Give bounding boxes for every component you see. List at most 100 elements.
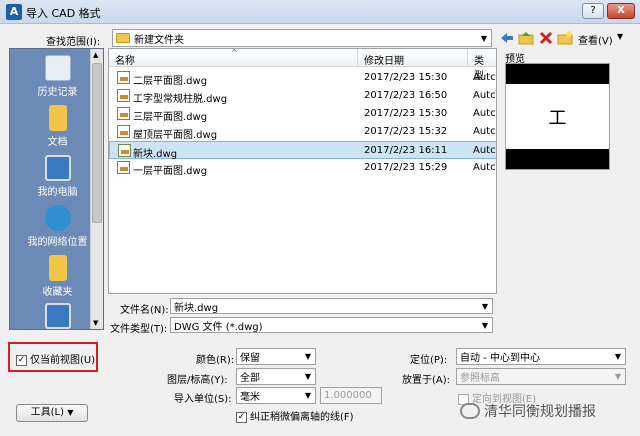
filetype-select[interactable]: DWG 文件 (*.dwg) ▼ bbox=[170, 317, 493, 333]
file-type: Autc bbox=[473, 126, 496, 137]
layers-label: 图层/标高(Y): bbox=[167, 375, 228, 386]
lookin-value: 新建文件夹 bbox=[134, 34, 184, 46]
dwg-file-icon bbox=[118, 144, 131, 157]
chevron-down-icon: ▼ bbox=[481, 320, 489, 330]
file-row[interactable]: 二层平面图.dwg 2017/2/23 15:30 Autc bbox=[109, 69, 496, 87]
help-button[interactable]: ? bbox=[582, 3, 604, 19]
colors-label: 颜色(R): bbox=[196, 355, 235, 366]
place-at-value: 参照标高 bbox=[460, 373, 500, 384]
chevron-down-icon: ▼ bbox=[614, 352, 622, 361]
delete-icon[interactable] bbox=[538, 30, 554, 46]
file-name: 三层平面图.dwg bbox=[133, 112, 208, 123]
up-folder-icon[interactable] bbox=[518, 30, 534, 46]
chevron-down-icon: ▼ bbox=[304, 352, 312, 361]
sort-chevron-icon: ^ bbox=[231, 48, 238, 57]
checkbox-label: 仅当前视图(U) bbox=[30, 355, 96, 366]
wechat-logo-icon bbox=[460, 403, 480, 419]
new-folder-icon[interactable] bbox=[557, 30, 573, 46]
preview-band-bottom bbox=[506, 149, 609, 169]
file-list: 名称 ^ 修改日期 类型 二层平面图.dwg 2017/2/23 15:30 Aut… bbox=[108, 48, 497, 294]
filetype-value: DWG 文件 (*.dwg) bbox=[174, 321, 263, 333]
my-computer-icon bbox=[44, 155, 71, 181]
column-header-label: 修改日期 bbox=[364, 56, 404, 67]
filename-label: 文件名(N): bbox=[120, 305, 169, 316]
file-type: Autc bbox=[473, 162, 496, 173]
scale-input[interactable]: 1.000000 bbox=[320, 387, 382, 404]
correct-lines-checkbox[interactable]: ✓ 纠正稍微偏离轴的线(F) bbox=[236, 408, 354, 423]
layers-value: 全部 bbox=[240, 373, 260, 384]
scroll-thumb[interactable] bbox=[92, 63, 102, 223]
sidebar-item-label: 我的电脑 bbox=[37, 187, 78, 198]
file-row-selected[interactable]: 新块.dwg 2017/2/23 16:11 Autc bbox=[109, 141, 496, 160]
dwg-file-icon bbox=[117, 125, 130, 138]
dwg-file-icon bbox=[117, 107, 130, 120]
file-name: 工字型常规柱脱.dwg bbox=[133, 94, 228, 105]
views-menu[interactable]: 查看(V) bbox=[578, 32, 613, 47]
watermark: 清华同衡规划播报 bbox=[460, 398, 635, 424]
column-header-type[interactable]: 类型 bbox=[468, 49, 496, 82]
chevron-down-icon: ▼ bbox=[304, 372, 312, 381]
sidebar-item-label: 文档 bbox=[47, 137, 68, 148]
filename-input[interactable]: 新块.dwg ▼ bbox=[170, 298, 493, 314]
checkbox-label: 纠正稍微偏离轴的线(F) bbox=[250, 412, 354, 423]
chevron-down-icon: ▼ bbox=[614, 372, 622, 381]
file-row[interactable]: 工字型常规柱脱.dwg 2017/2/23 16:50 Autc bbox=[109, 87, 496, 105]
window-title: 导入 CAD 格式 bbox=[26, 7, 101, 20]
colors-select[interactable]: 保留 ▼ bbox=[236, 348, 316, 365]
dwg-file-icon bbox=[117, 161, 130, 174]
import-units-select[interactable]: 毫米 ▼ bbox=[236, 387, 316, 404]
documents-icon bbox=[48, 105, 67, 131]
preview-band-top bbox=[506, 64, 609, 84]
history-icon bbox=[44, 55, 71, 81]
file-row[interactable]: 一层平面图.dwg 2017/2/23 15:29 Autc bbox=[109, 159, 496, 177]
file-type: Autc bbox=[473, 145, 496, 156]
scroll-up-icon[interactable]: ▲ bbox=[93, 51, 98, 59]
chevron-down-icon: ▼ bbox=[480, 33, 488, 43]
checkbox-checked-icon: ✓ bbox=[16, 354, 27, 366]
file-name: 一层平面图.dwg bbox=[133, 166, 208, 177]
watermark-text: 清华同衡规划播报 bbox=[484, 404, 596, 420]
scale-value: 1.000000 bbox=[324, 390, 372, 401]
import-units-label: 导入单位(S): bbox=[174, 394, 232, 405]
sidebar-item-label: 我的网络位置 bbox=[27, 237, 88, 248]
back-arrow-icon[interactable] bbox=[499, 30, 515, 46]
dwg-file-icon bbox=[117, 89, 130, 102]
network-icon bbox=[44, 205, 71, 231]
column-header-label: 名称 bbox=[115, 56, 135, 67]
place-at-select[interactable]: 参照标高 ▼ bbox=[456, 368, 626, 385]
file-type: Autc bbox=[473, 72, 496, 83]
sidebar-item-label: 历史记录 bbox=[37, 87, 78, 98]
desktop-icon bbox=[44, 303, 71, 329]
positioning-select[interactable]: 自动 - 中心到中心 ▼ bbox=[456, 348, 626, 365]
current-view-only-checkbox[interactable]: ✓ 仅当前视图(U) bbox=[16, 351, 95, 366]
favorites-icon bbox=[48, 255, 67, 281]
filename-value: 新块.dwg bbox=[174, 302, 219, 314]
file-row[interactable]: 屋顶层平面图.dwg 2017/2/23 15:32 Autc bbox=[109, 123, 496, 141]
file-type: Autc bbox=[473, 90, 496, 101]
file-name: 屋顶层平面图.dwg bbox=[133, 130, 218, 141]
preview-pane: 工 bbox=[505, 63, 610, 170]
column-header-date[interactable]: 修改日期 bbox=[358, 49, 468, 67]
close-button[interactable]: X bbox=[607, 3, 635, 19]
file-row[interactable]: 三层平面图.dwg 2017/2/23 15:30 Autc bbox=[109, 105, 496, 123]
sidebar-scrollbar[interactable]: ▲ ▼ bbox=[90, 49, 103, 329]
views-chevron-icon[interactable]: ▼ bbox=[617, 32, 623, 41]
preview-symbol: 工 bbox=[548, 108, 567, 129]
file-date: 2017/2/23 16:50 bbox=[364, 90, 448, 101]
lookin-label: 查找范围(I): bbox=[46, 37, 101, 48]
positioning-label: 定位(P): bbox=[410, 355, 448, 366]
lookin-combo[interactable]: 新建文件夹 ▼ bbox=[112, 29, 492, 47]
place-at-label: 放置于(A): bbox=[402, 375, 451, 386]
file-name: 新块.dwg bbox=[133, 149, 178, 160]
revit-app-icon: A bbox=[6, 4, 22, 20]
scroll-down-icon[interactable]: ▼ bbox=[93, 319, 98, 327]
chevron-down-icon: ▼ bbox=[304, 391, 312, 400]
tools-menu-button[interactable]: 工具(L) ▼ bbox=[16, 404, 88, 422]
tools-label: 工具(L) bbox=[30, 407, 65, 418]
import-units-value: 毫米 bbox=[240, 392, 260, 403]
file-date: 2017/2/23 15:30 bbox=[364, 108, 448, 119]
file-date: 2017/2/23 15:32 bbox=[364, 126, 448, 137]
sidebar-item-label: 收藏夹 bbox=[42, 287, 73, 298]
layers-select[interactable]: 全部 ▼ bbox=[236, 368, 316, 385]
positioning-value: 自动 - 中心到中心 bbox=[460, 353, 540, 364]
